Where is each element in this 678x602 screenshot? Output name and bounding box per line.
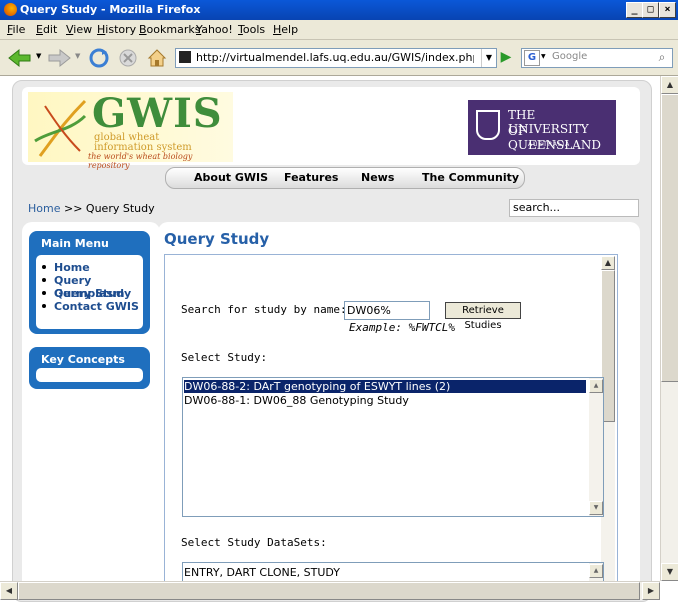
- page-horizontal-scrollbar[interactable]: ◀ ▶: [0, 581, 660, 600]
- study-option[interactable]: DW06-88-1: DW06_88 Genotyping Study: [184, 394, 586, 407]
- nav-about[interactable]: About GWIS: [194, 171, 268, 184]
- page-scroll-up-icon[interactable]: ▲: [661, 76, 678, 94]
- menu-link-home[interactable]: Home: [54, 261, 90, 274]
- menu-tools[interactable]: Tools: [238, 23, 265, 36]
- url-text[interactable]: http://virtualmendel.lafs.uq.edu.au/GWIS…: [196, 51, 474, 64]
- menu-edit[interactable]: Edit: [36, 23, 57, 36]
- nav-community[interactable]: The Community: [422, 171, 519, 184]
- maximize-button[interactable]: □: [642, 2, 659, 18]
- main-menu-title: Main Menu: [41, 237, 109, 250]
- url-bar[interactable]: http://virtualmendel.lafs.uq.edu.au/GWIS…: [175, 48, 497, 68]
- breadcrumb-home-link[interactable]: Home: [28, 202, 60, 215]
- web-search-placeholder: Google: [552, 51, 588, 62]
- breadcrumb-separator: >>: [63, 202, 83, 215]
- go-arrow-icon[interactable]: ▶: [497, 48, 515, 66]
- menu-link-query-study[interactable]: Query Study: [54, 287, 131, 300]
- key-concepts-title: Key Concepts: [41, 353, 125, 366]
- bullet-icon: [42, 265, 46, 269]
- page-title: Query Study: [164, 230, 270, 248]
- dataset-option[interactable]: ENTRY, DART CLONE, STUDY: [184, 566, 586, 579]
- gwis-logo-title: GWIS: [92, 90, 223, 137]
- menu-yahoo[interactable]: Yahoo!: [196, 23, 233, 36]
- uq-logo-line3: AUSTRALIA: [528, 141, 571, 148]
- menu-bar: File Edit View History Bookmarks Yahoo! …: [0, 20, 678, 40]
- gwis-logo[interactable]: GWIS global wheat information system the…: [28, 90, 233, 170]
- scroll-up-icon[interactable]: ▲: [589, 564, 603, 578]
- web-search-box[interactable]: G ▼ Google ⌕: [521, 48, 673, 68]
- menu-view[interactable]: View: [66, 23, 92, 36]
- wheat-helix-icon: [34, 99, 87, 157]
- bullet-icon: [42, 291, 46, 295]
- close-button[interactable]: ×: [659, 2, 676, 18]
- page-vertical-scrollbar[interactable]: ▲ ▼: [660, 76, 678, 581]
- scroll-up-icon[interactable]: ▲: [589, 379, 603, 393]
- menu-history[interactable]: History: [97, 23, 136, 36]
- menu-link-contact[interactable]: Contact GWIS: [54, 300, 139, 313]
- top-navigation: About GWIS Features News The Community: [165, 167, 525, 189]
- menu-file[interactable]: File: [7, 23, 25, 36]
- key-concepts-list: [36, 368, 143, 382]
- study-option[interactable]: DW06-88-2: DArT genotyping of ESWYT line…: [184, 380, 586, 393]
- window-title: Query Study - Mozilla Firefox: [20, 3, 201, 16]
- page-scroll-down-icon[interactable]: ▼: [661, 563, 678, 581]
- engine-dropdown-icon[interactable]: ▼: [541, 53, 546, 60]
- search-label: Search for study by name:: [181, 303, 347, 316]
- site-favicon-icon: [179, 51, 191, 63]
- study-list-scrollbar[interactable]: ▲ ▼: [589, 378, 603, 516]
- minimize-button[interactable]: _: [626, 2, 643, 18]
- home-icon[interactable]: [146, 47, 168, 69]
- study-listbox[interactable]: DW06-88-2: DArT genotyping of ESWYT line…: [182, 377, 604, 517]
- search-example: Example: %FWTCL%: [349, 321, 455, 334]
- study-name-input[interactable]: DW06%: [344, 301, 430, 320]
- breadcrumb: Home >> Query Study: [28, 202, 155, 215]
- menu-help[interactable]: Help: [273, 23, 298, 36]
- nav-features[interactable]: Features: [284, 171, 338, 184]
- key-concepts-box: Key Concepts: [29, 347, 150, 389]
- forward-arrow-icon[interactable]: [45, 47, 73, 69]
- back-arrow-icon[interactable]: [6, 47, 34, 69]
- page-hscroll-thumb[interactable]: [18, 582, 640, 600]
- main-menu-list: Home Query Germplasm Query Study Contact…: [36, 255, 143, 329]
- datasets-label: Select Study DataSets:: [181, 536, 327, 549]
- magnifier-icon[interactable]: ⌕: [654, 50, 670, 64]
- google-engine-icon[interactable]: G: [524, 50, 540, 66]
- url-dropdown-icon[interactable]: ▼: [481, 49, 496, 67]
- retrieve-studies-button[interactable]: Retrieve Studies: [445, 302, 521, 331]
- page-scroll-right-icon[interactable]: ▶: [642, 582, 660, 600]
- uq-crest-icon: [476, 110, 500, 140]
- stop-icon[interactable]: [117, 47, 139, 69]
- scroll-down-icon[interactable]: ▼: [589, 501, 603, 515]
- page-scroll-thumb[interactable]: [661, 94, 678, 382]
- bullet-icon: [42, 278, 46, 282]
- breadcrumb-current: Query Study: [85, 202, 155, 215]
- page-scroll-left-icon[interactable]: ◀: [0, 582, 18, 600]
- forward-dropdown-icon[interactable]: ▼: [75, 52, 80, 60]
- nav-news[interactable]: News: [361, 171, 394, 184]
- back-dropdown-icon[interactable]: ▼: [36, 52, 41, 60]
- firefox-icon: [4, 3, 17, 16]
- reload-icon[interactable]: [88, 47, 110, 69]
- menu-bookmarks[interactable]: Bookmarks: [139, 23, 200, 36]
- main-menu-box: Main Menu Home Query Germplasm Query Stu…: [29, 231, 150, 334]
- window-titlebar: Query Study - Mozilla Firefox _ □ ×: [0, 0, 678, 20]
- uq-logo[interactable]: THE UNIVERSITY OF QUEENSLAND AUSTRALIA: [468, 100, 616, 155]
- select-study-label: Select Study:: [181, 351, 268, 364]
- bullet-icon: [42, 304, 46, 308]
- datasets-scrollbar[interactable]: ▲: [589, 563, 603, 583]
- frame-scroll-up-icon[interactable]: ▲: [601, 256, 615, 270]
- site-search-input[interactable]: search...: [509, 199, 639, 217]
